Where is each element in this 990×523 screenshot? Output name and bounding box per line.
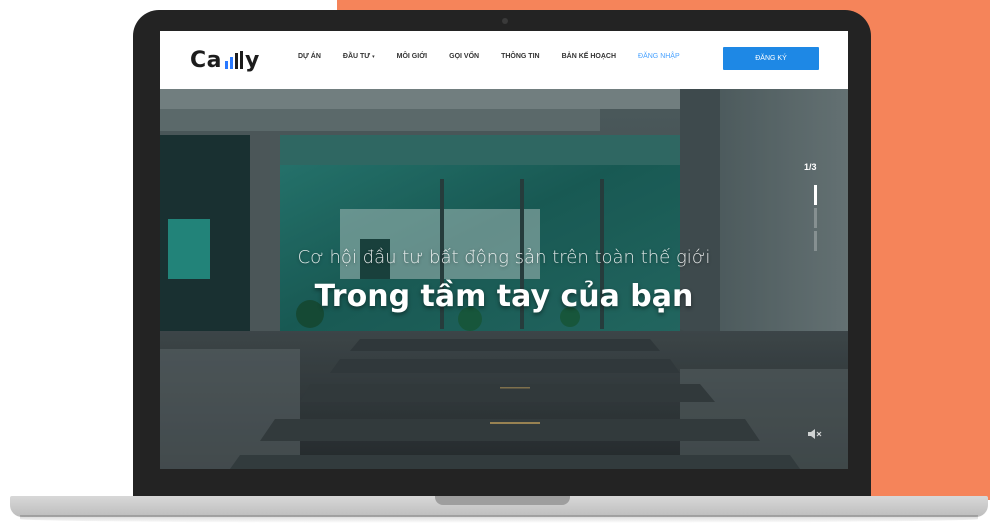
register-button[interactable]: ĐĂNG KÝ bbox=[723, 47, 819, 70]
slide-indicator-segment-2[interactable] bbox=[814, 208, 817, 228]
site-logo[interactable]: Ca y bbox=[190, 45, 260, 75]
site-header: Ca y DỰ ÁN ĐẦU TƯ ▾ MÔI GIỚI GỌI VỐN THÔN… bbox=[160, 31, 848, 89]
hero-section: Cơ hội đầu tư bất động sản trên toàn thế… bbox=[160, 89, 848, 469]
nav-item-moi-gioi[interactable]: MÔI GIỚI bbox=[397, 53, 427, 60]
slide-counter: 1/3 bbox=[804, 162, 817, 172]
bar-chart-logo-mark-icon bbox=[225, 51, 243, 69]
laptop-base-notch bbox=[435, 496, 570, 505]
hero-title: Trong tầm tay của bạn bbox=[314, 279, 694, 314]
hero-subtitle: Cơ hội đầu tư bất động sản trên toàn thế… bbox=[297, 247, 711, 268]
logo-text-right: y bbox=[245, 47, 260, 73]
nav-item-dau-tu-label: ĐẦU TƯ bbox=[342, 53, 371, 60]
slide-indicator-segment-1[interactable] bbox=[814, 185, 817, 205]
laptop-screen: Ca y DỰ ÁN ĐẦU TƯ ▾ MÔI GIỚI GỌI VỐN THÔN… bbox=[160, 31, 848, 469]
slide-indicator-segment-3[interactable] bbox=[814, 231, 817, 251]
nav-item-dau-tu[interactable]: ĐẦU TƯ ▾ bbox=[343, 53, 375, 60]
login-link[interactable]: ĐĂNG NHẬP bbox=[638, 53, 680, 60]
speaker-muted-glyph bbox=[808, 429, 822, 439]
speaker-muted-icon[interactable] bbox=[807, 428, 823, 440]
slide-indicator[interactable] bbox=[814, 185, 817, 251]
nav-item-ban-ke-hoach[interactable]: BẢN KẾ HOẠCH bbox=[562, 53, 616, 60]
logo-text-left: Ca bbox=[190, 47, 222, 73]
nav-item-goi-von[interactable]: GỌI VỐN bbox=[449, 53, 479, 60]
chevron-down-icon: ▾ bbox=[372, 54, 375, 60]
stage: Ca y DỰ ÁN ĐẦU TƯ ▾ MÔI GIỚI GỌI VỐN THÔN… bbox=[0, 0, 990, 523]
laptop-shadow bbox=[20, 515, 978, 523]
nav-item-du-an[interactable]: DỰ ÁN bbox=[298, 53, 321, 60]
nav-item-thong-tin[interactable]: THÔNG TIN bbox=[501, 53, 540, 60]
laptop-camera bbox=[502, 18, 508, 24]
main-nav: DỰ ÁN ĐẦU TƯ ▾ MÔI GIỚI GỌI VỐN THÔNG TIN… bbox=[298, 53, 702, 60]
